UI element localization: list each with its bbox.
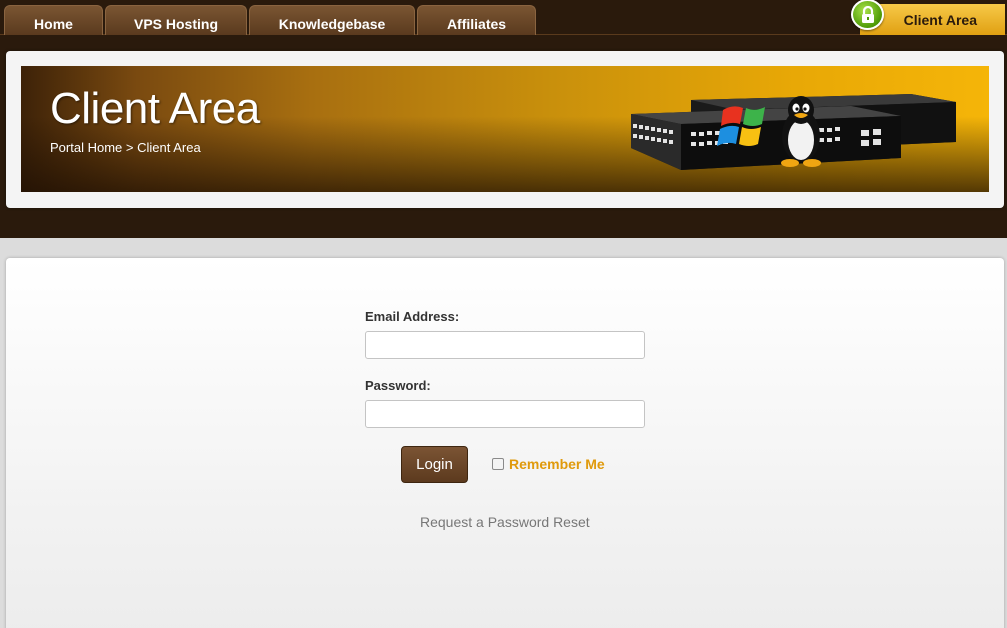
tab-vps-hosting-label: VPS Hosting <box>133 15 218 32</box>
lock-icon <box>851 0 884 30</box>
password-label: Password: <box>365 378 431 393</box>
tab-knowledgebase[interactable]: Knowledgebase <box>249 5 415 35</box>
breadcrumb-separator: > <box>125 140 134 155</box>
main-navigation: Home VPS Hosting Knowledgebase Affiliate… <box>0 0 1007 35</box>
client-area-tab-label: Client Area <box>903 11 977 28</box>
page-title: Client Area <box>50 84 260 133</box>
tab-affiliates-label: Affiliates <box>446 15 507 32</box>
breadcrumb: Portal Home > Client Area <box>50 140 201 155</box>
login-button[interactable]: Login <box>401 446 468 483</box>
login-panel <box>6 258 1004 628</box>
network-switch-image <box>631 94 956 170</box>
password-reset-link[interactable]: Request a Password Reset <box>420 514 590 530</box>
breadcrumb-current: Client Area <box>137 140 201 155</box>
remember-me-label[interactable]: Remember Me <box>509 456 605 472</box>
password-field[interactable] <box>365 400 645 428</box>
remember-me-checkbox[interactable] <box>492 458 504 470</box>
breadcrumb-home-link[interactable]: Portal Home <box>50 140 122 155</box>
tab-home-label: Home <box>34 15 73 32</box>
tab-affiliates[interactable]: Affiliates <box>417 5 536 35</box>
tab-vps-hosting[interactable]: VPS Hosting <box>105 5 247 35</box>
email-field[interactable] <box>365 331 645 359</box>
email-label: Email Address: <box>365 309 460 324</box>
tab-home[interactable]: Home <box>4 5 103 35</box>
tab-knowledgebase-label: Knowledgebase <box>278 15 386 32</box>
